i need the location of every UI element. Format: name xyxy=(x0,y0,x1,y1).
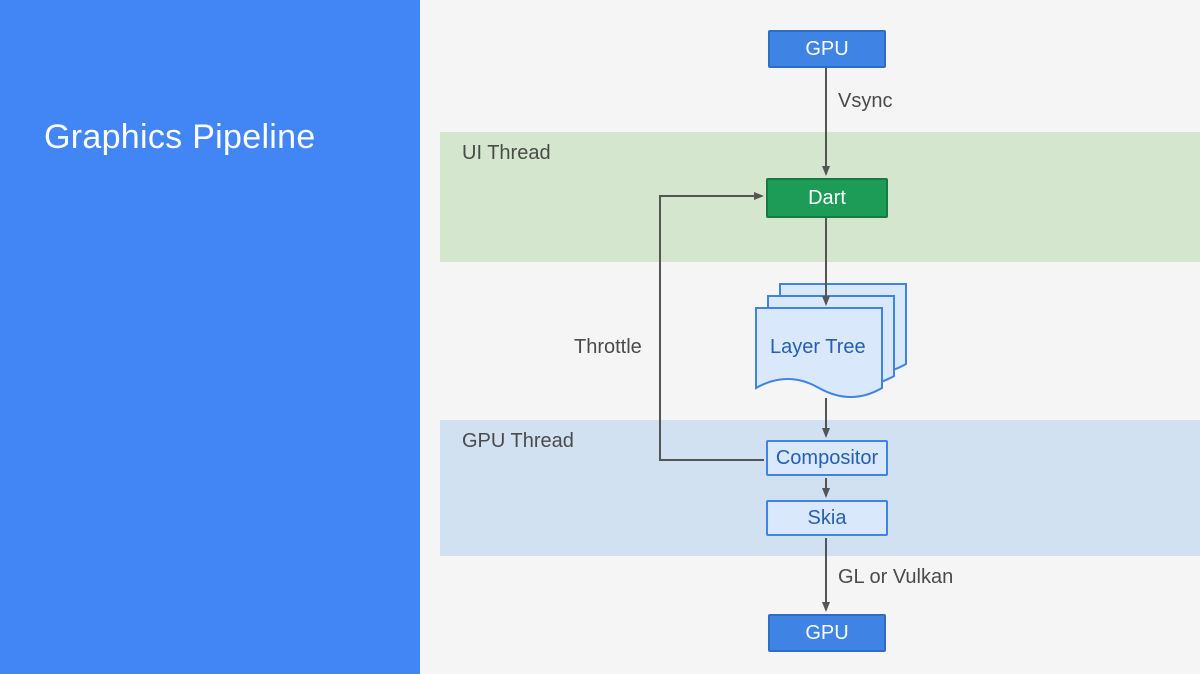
node-layer-tree: Layer Tree xyxy=(770,336,866,359)
slide-title: Graphics Pipeline xyxy=(44,118,316,157)
gpu-thread-label: GPU Thread xyxy=(462,430,574,453)
node-gpu-top: GPU xyxy=(768,30,886,68)
node-dart: Dart xyxy=(766,178,888,218)
edge-label-throttle: Throttle xyxy=(574,336,642,359)
edge-label-vsync: Vsync xyxy=(838,90,892,113)
ui-thread-label: UI Thread xyxy=(462,142,551,165)
edge-label-gl-vulkan: GL or Vulkan xyxy=(838,566,953,589)
title-panel: Graphics Pipeline xyxy=(0,0,420,674)
node-gpu-bottom: GPU xyxy=(768,614,886,652)
slide: Graphics Pipeline UI Thread GPU Thread xyxy=(0,0,1200,674)
node-skia: Skia xyxy=(766,500,888,536)
node-compositor: Compositor xyxy=(766,440,888,476)
